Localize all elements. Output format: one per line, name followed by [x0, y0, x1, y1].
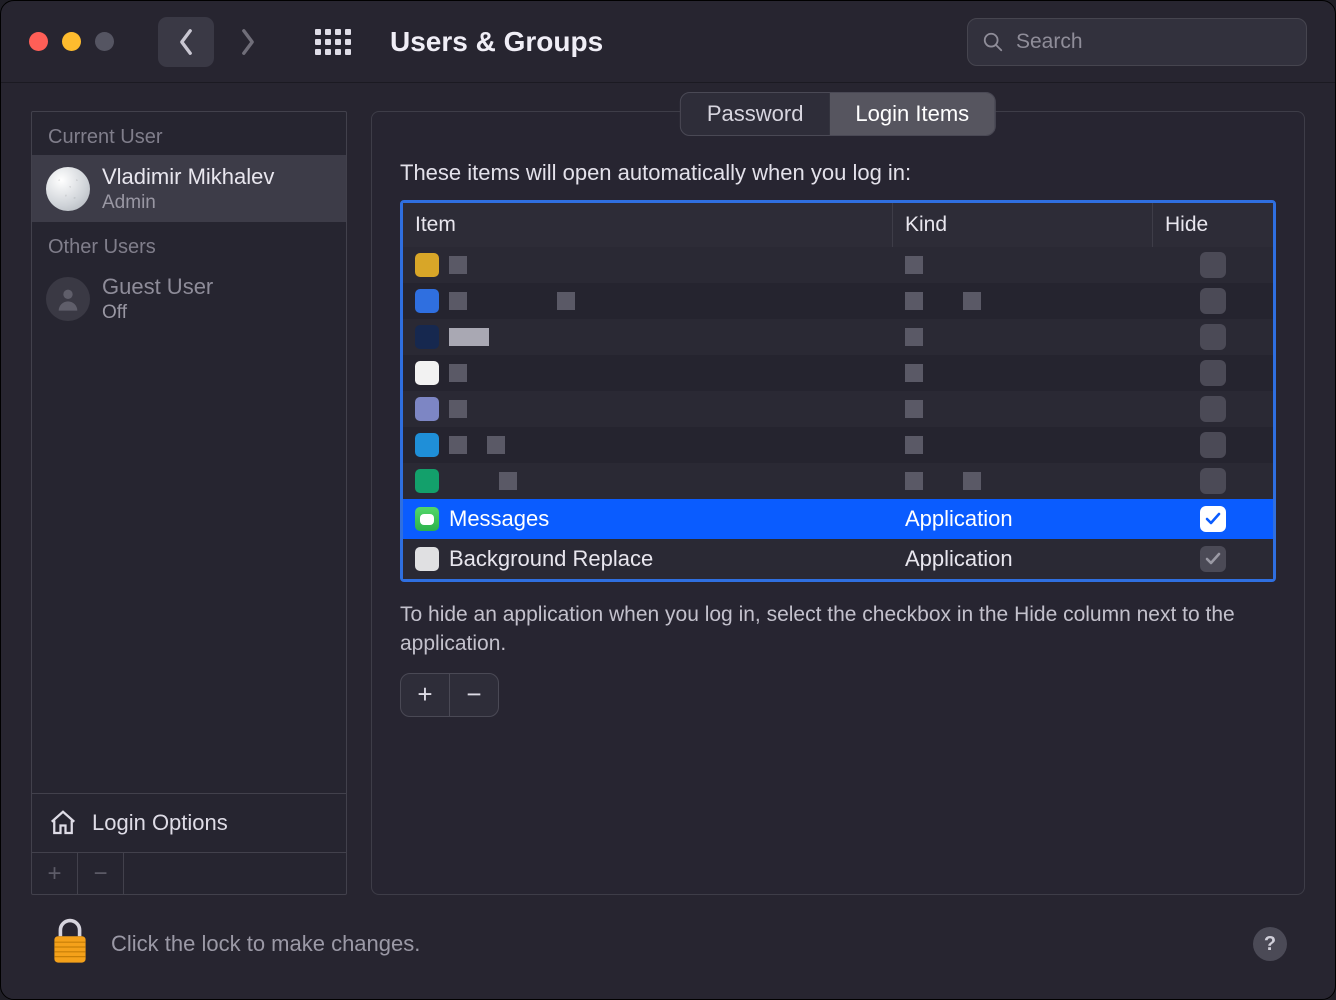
user-name: Vladimir Mikhalev — [102, 163, 274, 191]
remove-login-item-button[interactable]: − — [450, 674, 498, 716]
content: Current User Vladimir Mikhalev Admin Oth… — [1, 83, 1335, 913]
login-options-button[interactable]: Login Options — [32, 793, 346, 852]
hide-checkbox[interactable] — [1200, 360, 1226, 386]
sidebar-footer: + − — [32, 852, 346, 894]
table-row[interactable] — [403, 391, 1273, 427]
table-body: Messages Application — [403, 247, 1273, 579]
user-role: Off — [102, 301, 213, 325]
table-row-background-replace[interactable]: Background Replace Application — [403, 539, 1273, 579]
show-all-prefs-button[interactable] — [314, 23, 352, 61]
titlebar: Users & Groups — [1, 1, 1335, 83]
home-icon — [48, 808, 78, 838]
lock-hint-text: Click the lock to make changes. — [111, 931, 420, 957]
table-row[interactable] — [403, 427, 1273, 463]
window: Users & Groups Current User Vladimir Mik… — [0, 0, 1336, 1000]
window-controls — [29, 32, 114, 51]
login-items-description: These items will open automatically when… — [400, 160, 1276, 186]
current-user-row[interactable]: Vladimir Mikhalev Admin — [32, 155, 346, 222]
hide-checkbox[interactable] — [1200, 324, 1226, 350]
table-row[interactable] — [403, 355, 1273, 391]
other-users-header: Other Users — [32, 222, 346, 265]
help-button[interactable]: ? — [1253, 927, 1287, 961]
forward-button[interactable] — [220, 17, 276, 67]
messages-app-icon — [415, 507, 439, 531]
user-name: Guest User — [102, 273, 213, 301]
hide-checkbox[interactable] — [1200, 252, 1226, 278]
lock-bar: Click the lock to make changes. ? — [1, 913, 1335, 999]
column-hide[interactable]: Hide — [1153, 203, 1273, 247]
hide-hint-text: To hide an application when you log in, … — [400, 600, 1276, 659]
login-items-table[interactable]: Item Kind Hide — [400, 200, 1276, 582]
item-kind: Application — [905, 506, 1013, 532]
users-sidebar: Current User Vladimir Mikhalev Admin Oth… — [31, 111, 347, 895]
item-kind: Application — [905, 546, 1013, 572]
main-panel: Password Login Items These items will op… — [371, 111, 1305, 895]
add-user-button[interactable]: + — [32, 853, 78, 894]
table-header: Item Kind Hide — [403, 203, 1273, 247]
avatar — [46, 167, 90, 211]
tab-password[interactable]: Password — [681, 93, 830, 135]
guest-user-row[interactable]: Guest User Off — [32, 265, 346, 332]
minimize-window-button[interactable] — [62, 32, 81, 51]
add-login-item-button[interactable]: + — [401, 674, 449, 716]
lock-icon[interactable] — [49, 917, 91, 971]
table-row[interactable] — [403, 319, 1273, 355]
table-row[interactable] — [403, 247, 1273, 283]
add-remove-login-item: + − — [400, 673, 499, 717]
hide-checkbox[interactable] — [1200, 468, 1226, 494]
table-row[interactable] — [403, 463, 1273, 499]
tab-group: Password Login Items — [680, 92, 996, 136]
hide-checkbox[interactable] — [1200, 432, 1226, 458]
item-name: Messages — [449, 506, 549, 532]
search-field[interactable] — [967, 18, 1307, 66]
column-kind[interactable]: Kind — [893, 203, 1153, 247]
search-icon — [982, 31, 1004, 53]
item-name: Background Replace — [449, 546, 653, 572]
column-item[interactable]: Item — [403, 203, 893, 247]
hide-checkbox[interactable] — [1200, 546, 1226, 572]
hide-checkbox[interactable] — [1200, 288, 1226, 314]
window-title: Users & Groups — [390, 26, 603, 58]
current-user-header: Current User — [32, 112, 346, 155]
zoom-window-button[interactable] — [95, 32, 114, 51]
hide-checkbox[interactable] — [1200, 506, 1226, 532]
back-button[interactable] — [158, 17, 214, 67]
user-role: Admin — [102, 191, 274, 215]
table-row-messages[interactable]: Messages Application — [403, 499, 1273, 539]
hide-checkbox[interactable] — [1200, 396, 1226, 422]
close-window-button[interactable] — [29, 32, 48, 51]
nav-buttons — [158, 17, 276, 67]
background-replace-app-icon — [415, 547, 439, 571]
table-row[interactable] — [403, 283, 1273, 319]
search-input[interactable] — [1016, 30, 1292, 54]
login-options-label: Login Options — [92, 810, 228, 836]
avatar — [46, 277, 90, 321]
remove-user-button[interactable]: − — [78, 853, 124, 894]
tab-login-items[interactable]: Login Items — [829, 93, 995, 135]
